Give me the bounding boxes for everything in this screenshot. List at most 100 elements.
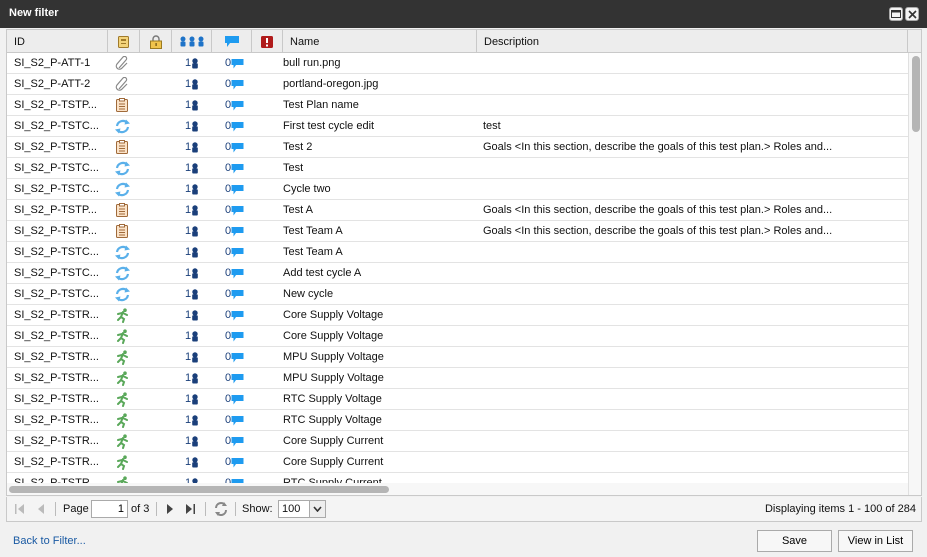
cell-comments[interactable]: 0 <box>212 221 257 241</box>
horizontal-scroll-thumb[interactable] <box>9 486 389 493</box>
comment-icon <box>224 35 240 48</box>
cell-comments[interactable]: 0 <box>212 410 257 430</box>
first-page-button[interactable] <box>15 497 26 521</box>
column-header-name[interactable]: Name <box>283 30 477 53</box>
test-cycle-icon <box>107 242 137 262</box>
column-header-type[interactable] <box>108 30 140 53</box>
table-row[interactable]: SI_S2_P-ATT-1 1 0 bull run.png <box>7 53 908 74</box>
last-page-button[interactable] <box>185 497 196 521</box>
cell-comments[interactable]: 0 <box>212 179 257 199</box>
cell-owners: 1 <box>172 473 212 483</box>
close-icon <box>907 9 917 19</box>
table-row[interactable]: SI_S2_P-TSTR... 1 0 Core Supply Current <box>7 452 908 473</box>
cell-name: RTC Supply Voltage <box>283 393 382 405</box>
table-row[interactable]: SI_S2_P-TSTR... 1 0 MPU Supply Voltage <box>7 347 908 368</box>
column-header-priority[interactable] <box>252 30 283 53</box>
cell-owners: 1 <box>172 263 212 283</box>
cell-comments[interactable]: 0 <box>212 137 257 157</box>
cell-comments[interactable]: 0 <box>212 368 257 388</box>
cell-name: RTC Supply Voltage <box>283 414 382 426</box>
view-in-list-button[interactable]: View in List <box>838 530 913 552</box>
back-to-filter-link[interactable]: Back to Filter... <box>13 535 86 547</box>
chevron-down-icon[interactable] <box>309 501 325 517</box>
cell-comments[interactable]: 0 <box>212 305 257 325</box>
cell-owners: 1 <box>172 200 212 220</box>
comment-icon <box>231 58 244 69</box>
cell-comments[interactable]: 0 <box>212 452 257 472</box>
table-row[interactable]: SI_S2_P-TSTC... 1 0 New cycle <box>7 284 908 305</box>
cell-comments[interactable]: 0 <box>212 263 257 283</box>
owner-icon <box>191 120 199 132</box>
next-page-button[interactable] <box>166 497 174 521</box>
owner-icon <box>191 99 199 111</box>
horizontal-scrollbar[interactable] <box>7 483 908 495</box>
column-header-owners[interactable] <box>172 30 212 53</box>
owner-icon <box>191 57 199 69</box>
table-row[interactable]: SI_S2_P-TSTC... 1 0 Add test cycle A <box>7 263 908 284</box>
cell-comments[interactable]: 0 <box>212 326 257 346</box>
cell-id: SI_S2_P-ATT-2 <box>14 78 91 90</box>
cell-comments[interactable]: 0 <box>212 389 257 409</box>
cell-comments[interactable]: 0 <box>212 74 257 94</box>
owner-icon <box>191 372 199 384</box>
table-row[interactable]: SI_S2_P-TSTC... 1 0 Test Team A <box>7 242 908 263</box>
next-page-icon <box>166 503 174 515</box>
save-button[interactable]: Save <box>757 530 832 552</box>
table-row[interactable]: SI_S2_P-TSTR... 1 0 MPU Supply Voltage <box>7 368 908 389</box>
table-row[interactable]: SI_S2_P-TSTR... 1 0 Core Supply Voltage <box>7 305 908 326</box>
table-row[interactable]: SI_S2_P-TSTR... 1 0 Core Supply Voltage <box>7 326 908 347</box>
table-row[interactable]: SI_S2_P-ATT-2 1 0 portland-oregon.jpg <box>7 74 908 95</box>
cell-id: SI_S2_P-TSTC... <box>14 120 99 132</box>
cell-description <box>483 95 903 115</box>
table-row[interactable]: SI_S2_P-TSTC... 1 0 Test <box>7 158 908 179</box>
table-row[interactable]: SI_S2_P-TSTR... 1 0 Core Supply Current <box>7 431 908 452</box>
window-titlebar: New filter <box>0 0 927 28</box>
vertical-scroll-thumb[interactable] <box>912 56 920 132</box>
table-row[interactable]: SI_S2_P-TSTP... 1 0 Test Plan name <box>7 95 908 116</box>
cell-name: MPU Supply Voltage <box>283 351 384 363</box>
cell-description <box>483 74 903 94</box>
cell-owners: 1 <box>172 242 212 262</box>
previous-page-button[interactable] <box>37 497 45 521</box>
column-header-description[interactable]: Description <box>477 30 908 53</box>
cell-name: New cycle <box>283 288 334 300</box>
column-header-locked[interactable] <box>140 30 172 53</box>
cell-comments[interactable]: 0 <box>212 284 257 304</box>
comment-icon <box>231 352 244 363</box>
cell-comments[interactable]: 0 <box>212 200 257 220</box>
cell-id: SI_S2_P-TSTR... <box>14 435 99 447</box>
vertical-scrollbar[interactable] <box>908 53 921 495</box>
page-size-select[interactable]: 100 <box>278 500 326 518</box>
cell-name: Core Supply Current <box>283 456 384 468</box>
table-row[interactable]: SI_S2_P-TSTC... 1 0 First test cycle edit te… <box>7 116 908 137</box>
cell-comments[interactable]: 0 <box>212 95 257 115</box>
table-row[interactable]: SI_S2_P-TSTC... 1 0 Cycle two <box>7 179 908 200</box>
cell-comments[interactable]: 0 <box>212 473 257 483</box>
refresh-button[interactable] <box>213 497 229 521</box>
table-row[interactable]: SI_S2_P-TSTR... 1 0 RTC Supply Voltage <box>7 389 908 410</box>
attachment-icon <box>107 74 137 94</box>
cell-comments[interactable]: 0 <box>212 53 257 73</box>
table-row[interactable]: SI_S2_P-TSTR... 1 0 RTC Supply Current <box>7 473 908 483</box>
table-row[interactable]: SI_S2_P-TSTR... 1 0 RTC Supply Voltage <box>7 410 908 431</box>
users-icon <box>179 36 205 47</box>
table-row[interactable]: SI_S2_P-TSTP... 1 0 Test 2 Goals <In this se… <box>7 137 908 158</box>
cell-id: SI_S2_P-TSTP... <box>14 99 97 111</box>
test-plan-icon <box>107 137 137 157</box>
cell-comments[interactable]: 0 <box>212 431 257 451</box>
column-header-id[interactable]: ID <box>7 30 108 53</box>
cell-name: Test A <box>283 204 313 216</box>
owner-icon <box>191 393 199 405</box>
close-button[interactable] <box>905 7 919 21</box>
test-run-icon <box>107 431 137 451</box>
cell-comments[interactable]: 0 <box>212 347 257 367</box>
cell-comments[interactable]: 0 <box>212 158 257 178</box>
page-number-input[interactable] <box>91 500 128 518</box>
table-row[interactable]: SI_S2_P-TSTP... 1 0 Test Team A Goals <In th… <box>7 221 908 242</box>
cell-comments[interactable]: 0 <box>212 116 257 136</box>
maximize-button[interactable] <box>889 7 903 21</box>
table-row[interactable]: SI_S2_P-TSTP... 1 0 Test A Goals <In this se… <box>7 200 908 221</box>
comment-icon <box>231 226 244 237</box>
cell-comments[interactable]: 0 <box>212 242 257 262</box>
column-header-comments[interactable] <box>212 30 252 53</box>
